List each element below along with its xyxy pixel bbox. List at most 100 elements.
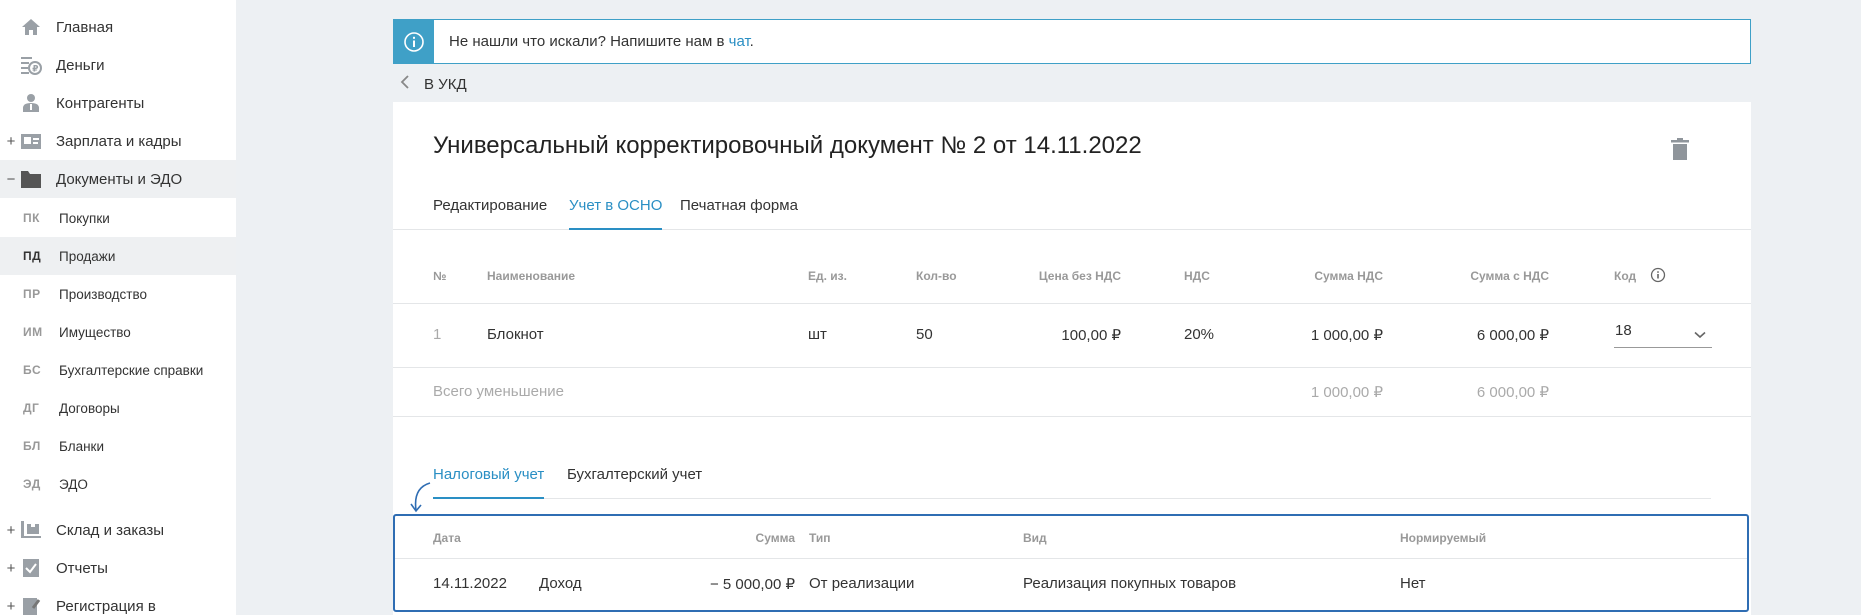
tax-normalized: Нет: [1400, 575, 1426, 592]
tax-type: От реализации: [809, 575, 915, 592]
expand-icon[interactable]: +: [5, 133, 17, 150]
folder-icon: [20, 168, 42, 190]
warehouse-icon: [20, 519, 42, 541]
sidebar-item-label: Отчеты: [56, 559, 108, 577]
delete-button[interactable]: [1671, 138, 1689, 165]
total-sum: 6 000,00 ₽: [1476, 384, 1549, 401]
column-header-qty: Кол-во: [916, 269, 957, 283]
sidebar: Главная ₽ Деньги Контрагенты + Зарплата …: [0, 0, 236, 615]
tab-bookkeeping[interactable]: Бухгалтерский учет: [567, 465, 702, 499]
sidebar-subitem-abbr: ДГ: [23, 401, 40, 415]
sidebar-subitem-property[interactable]: ИМ Имущество: [0, 313, 236, 351]
tab-editing[interactable]: Редактирование: [433, 196, 547, 230]
banner-text: Не нашли что искали? Напишите нам в чат.: [449, 33, 754, 50]
sidebar-subitem-accounting-notes[interactable]: БС Бухгалтерские справки: [0, 351, 236, 389]
sidebar-subitem-label: Покупки: [59, 210, 110, 226]
column-header-num: №: [433, 269, 447, 283]
column-header-kind: Вид: [1023, 531, 1047, 545]
sidebar-item-home[interactable]: Главная: [0, 8, 236, 46]
info-icon[interactable]: [1650, 267, 1666, 288]
sidebar-subitem-abbr: ПК: [23, 211, 40, 225]
accounting-tabs: Налоговый учет Бухгалтерский учет: [433, 465, 1711, 499]
code-select[interactable]: 18: [1614, 318, 1712, 348]
code-value: 18: [1615, 322, 1632, 339]
sidebar-subitem-label: ЭДО: [59, 476, 88, 492]
home-icon: [20, 16, 42, 38]
total-vat-sum: 1 000,00 ₽: [1310, 384, 1383, 401]
sidebar-subitem-purchases[interactable]: ПК Покупки: [0, 199, 236, 237]
sidebar-subitem-label: Имущество: [59, 324, 131, 340]
collapse-icon[interactable]: −: [5, 171, 17, 188]
column-header-price: Цена без НДС: [1038, 269, 1121, 283]
column-header-total: Сумма с НДС: [1470, 269, 1549, 283]
back-label: В УКД: [424, 75, 467, 93]
registration-icon: [20, 595, 42, 615]
chat-link[interactable]: чат: [729, 33, 750, 50]
column-header-sum: Сумма: [755, 531, 795, 545]
sidebar-subitem-abbr: ПД: [23, 249, 42, 263]
row-divider: [395, 558, 1747, 559]
reports-icon: [20, 557, 42, 579]
item-price: 100,00 ₽: [1061, 327, 1121, 344]
column-header-unit: Ед. из.: [808, 269, 847, 283]
sidebar-subitem-edo[interactable]: ЭД ЭДО: [0, 465, 236, 503]
sidebar-item-label: Главная: [56, 18, 114, 36]
back-link[interactable]: В УКД: [400, 72, 467, 96]
sidebar-subitem-forms[interactable]: БЛ Бланки: [0, 427, 236, 465]
sidebar-item-reports[interactable]: + Отчеты: [0, 549, 236, 587]
item-name: Блокнот: [487, 326, 544, 343]
item-vat: 20%: [1184, 326, 1215, 343]
sidebar-subitem-sales[interactable]: ПД Продажи: [0, 237, 236, 275]
expand-icon[interactable]: +: [5, 522, 17, 539]
column-header-name: Наименование: [487, 269, 576, 283]
tab-tax-accounting[interactable]: Налоговый учет: [433, 465, 545, 499]
sidebar-item-documents[interactable]: − Документы и ЭДО: [0, 160, 236, 198]
chevron-down-icon: [1694, 326, 1706, 344]
tab-print-form[interactable]: Печатная форма: [680, 196, 798, 230]
tax-accounting-table: Дата Сумма Тип Вид Нормируемый 14.11.202…: [393, 514, 1749, 612]
row-divider: [393, 416, 1751, 417]
row-number: 1: [433, 326, 442, 343]
tax-kind: Реализация покупных товаров: [1023, 575, 1237, 592]
column-header-vat-sum: Сумма НДС: [1314, 269, 1383, 283]
sidebar-subitem-contracts[interactable]: ДГ Договоры: [0, 389, 236, 427]
expand-icon[interactable]: +: [5, 560, 17, 577]
sidebar-item-label: Зарплата и кадры: [56, 132, 182, 150]
info-banner: Не нашли что искали? Напишите нам в чат.: [393, 19, 1751, 64]
row-divider: [393, 367, 1751, 368]
column-header-code: Код: [1614, 269, 1637, 283]
column-header-normalized: Нормируемый: [1400, 531, 1487, 545]
expand-icon[interactable]: +: [5, 598, 17, 615]
sidebar-subitem-abbr: ИМ: [23, 325, 43, 339]
info-icon: [394, 20, 434, 63]
sidebar-item-money[interactable]: ₽ Деньги: [0, 46, 236, 84]
sidebar-item-salary[interactable]: + Зарплата и кадры: [0, 122, 236, 160]
sidebar-item-label: Документы и ЭДО: [56, 170, 183, 188]
sidebar-item-warehouse[interactable]: + Склад и заказы: [0, 511, 236, 549]
row-divider: [393, 303, 1751, 304]
item-unit: шт: [808, 326, 827, 343]
sidebar-item-label: Склад и заказы: [56, 521, 165, 539]
document-card: Универсальный корректировочный документ …: [393, 102, 1751, 615]
sidebar-subitem-abbr: БС: [23, 363, 42, 377]
sidebar-subitem-production[interactable]: ПР Производство: [0, 275, 236, 313]
sidebar-subitem-label: Бухгалтерские справки: [59, 362, 204, 378]
column-header-vat: НДС: [1184, 269, 1210, 283]
sidebar-subitem-label: Бланки: [59, 438, 104, 454]
tax-date: 14.11.2022: [433, 575, 507, 592]
salary-icon: [20, 130, 42, 152]
sidebar-subitem-abbr: ПР: [23, 287, 41, 301]
column-header-type: Тип: [809, 531, 831, 545]
trash-icon: [1671, 138, 1689, 164]
tax-sum: − 5 000,00 ₽: [709, 576, 795, 593]
contractors-icon: [20, 92, 42, 114]
sidebar-subitem-label: Договоры: [59, 400, 120, 416]
tab-osno-accounting[interactable]: Учет в ОСНО: [569, 196, 663, 230]
sidebar-item-contractors[interactable]: Контрагенты: [0, 84, 236, 122]
chevron-left-icon: [400, 74, 410, 94]
item-qty: 50: [916, 326, 933, 343]
sidebar-subitem-abbr: ЭД: [23, 477, 41, 491]
sidebar-item-registration[interactable]: + Регистрация в: [0, 587, 236, 615]
sidebar-item-label: Регистрация в: [56, 597, 156, 615]
item-vat-sum: 1 000,00 ₽: [1310, 327, 1383, 344]
